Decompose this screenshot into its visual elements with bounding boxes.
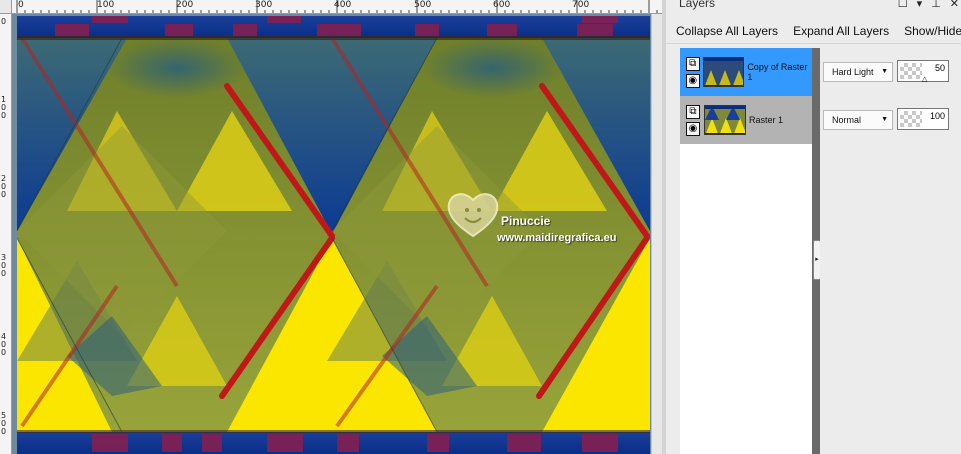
watermark-name: Pinuccie [501, 214, 551, 228]
dropdown-arrow-icon: ▼ [881, 68, 888, 75]
watermark: Pinuccie www.maidiregrafica.eu [445, 186, 665, 256]
blend-mode-value: Normal [832, 115, 862, 125]
opacity-control[interactable]: 100 [897, 108, 949, 130]
blend-mode-select[interactable]: Hard Light ▼ [823, 62, 893, 82]
layers-list: ⧉ ◉ Copy of Raster 1 ⧉ ◉ Raster 1 [680, 48, 815, 454]
ruler-top-ticks [16, 0, 658, 13]
collapse-all-button[interactable]: Collapse All Layers [666, 24, 783, 38]
ruler-left-label: 0 [1, 17, 7, 26]
opacity-value: 100 [929, 111, 945, 121]
ruler-left-label: 1 0 0 [1, 95, 7, 120]
blend-mode-value: Hard Light [832, 67, 874, 77]
layer-properties: Hard Light ▼ 50 △ Normal ▼ 100 [820, 48, 961, 454]
panel-edge [662, 0, 666, 454]
layer-thumbnail-art [704, 58, 744, 86]
watermark-url: www.maidiregrafica.eu [497, 232, 617, 244]
layer-type-icon[interactable]: ⧉ [686, 104, 700, 119]
layer-thumbnail-art [705, 106, 745, 134]
layer-thumbnail [704, 105, 746, 135]
visibility-eye-icon[interactable]: ◉ [685, 73, 700, 88]
layer-row-copy-of-raster-1[interactable]: ⧉ ◉ Copy of Raster 1 [680, 48, 813, 96]
opacity-control[interactable]: 50 △ [897, 60, 949, 83]
ruler-left-label: 2 0 0 [1, 174, 7, 199]
ruler-left-label: 4 0 0 [1, 332, 7, 357]
close-icon[interactable]: ✕ [950, 0, 959, 10]
expand-all-button[interactable]: Expand All Layers [783, 24, 894, 38]
layer-thumbnail [703, 57, 745, 87]
layer-props-row: Hard Light ▼ 50 △ [820, 48, 961, 96]
blend-mode-select[interactable]: Normal ▼ [823, 110, 893, 130]
ruler-left-label: 5 0 0 [1, 411, 7, 436]
show-hide-button[interactable]: Show/Hide Qu [894, 24, 961, 38]
opacity-checker [900, 63, 922, 79]
layer-name: Raster 1 [749, 115, 784, 125]
opacity-value: 50 [934, 63, 945, 73]
pin-icon[interactable]: ⊥ [931, 0, 941, 10]
canvas-workspace[interactable]: 0 100 200 300 400 500 600 700 0 1 0 0 2 … [0, 0, 662, 454]
dropdown-arrow-icon[interactable]: ▾ [917, 0, 923, 10]
dropdown-arrow-icon: ▼ [881, 116, 888, 123]
layer-icons: ⧉ ◉ [682, 104, 704, 136]
ruler-left-label: 3 0 0 [1, 253, 7, 278]
panel-title-icons: ☐ ▾ ⊥ ✕ [898, 0, 959, 10]
heart-logo-icon [447, 193, 499, 238]
ruler-corner [0, 0, 12, 14]
layer-type-icon[interactable]: ⧉ [685, 56, 700, 71]
vertical-scrollbar[interactable] [651, 14, 662, 454]
ruler-top: 0 100 200 300 400 500 600 700 [12, 0, 662, 14]
opacity-slider-thumb[interactable]: △ [922, 75, 927, 83]
layer-name: Copy of Raster 1 [747, 62, 808, 82]
ruler-left: 0 1 0 0 2 0 0 3 0 0 4 0 0 5 0 0 [0, 14, 12, 454]
layer-props-row: Normal ▼ 100 [820, 96, 961, 144]
layer-row-raster-1[interactable]: ⧉ ◉ Raster 1 [680, 96, 813, 144]
opacity-checker [900, 111, 922, 127]
layers-toolbar: Collapse All Layers Expand All Layers Sh… [666, 18, 961, 44]
visibility-eye-icon[interactable]: ◉ [686, 121, 700, 136]
panel-menu-icon[interactable]: ☐ [898, 0, 908, 10]
layer-icons: ⧉ ◉ [682, 56, 703, 88]
app-window: 0 100 200 300 400 500 600 700 0 1 0 0 2 … [0, 0, 961, 454]
panel-title: Layers [679, 0, 716, 10]
